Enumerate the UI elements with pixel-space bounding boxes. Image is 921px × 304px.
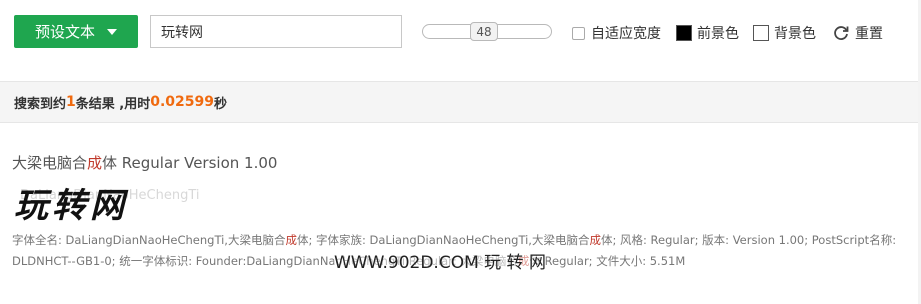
foreground-color-swatch[interactable] <box>676 25 692 41</box>
info-line1-b: 体; 字体家族: DaLiangDianNaoHeChengTi,大梁电脑合 <box>296 233 590 247</box>
site-watermark: WWW.902D.COM 玩 转 网 <box>334 248 546 273</box>
font-preview[interactable]: 玩转网 <box>14 178 128 227</box>
background-color-option[interactable]: 背景色 <box>753 24 816 42</box>
font-title-part1: 大梁电脑合 <box>12 154 88 172</box>
preset-text-label: 预设文本 <box>34 23 95 41</box>
foreground-color-option[interactable]: 前景色 <box>676 24 739 42</box>
auto-width-checkbox[interactable] <box>572 26 585 40</box>
result-middle: 条结果 ,用时 <box>75 96 151 112</box>
background-color-swatch[interactable] <box>753 25 769 41</box>
font-size-slider-thumb[interactable]: 48 <box>470 22 498 41</box>
refresh-icon <box>834 26 849 40</box>
info-line1-c: 体; 风格: Regular; 版本: Version 1.00; PostSc… <box>600 233 897 247</box>
font-result-card: 大梁电脑合成体 Regular Version 1.00 DaLiangDian… <box>0 124 918 304</box>
preview-text-input[interactable] <box>150 15 402 48</box>
result-count: 1 <box>66 94 76 110</box>
info-line1-hl2: 成 <box>589 233 601 247</box>
font-title-highlight: 成 <box>87 154 103 172</box>
result-prefix: 搜索到约 <box>14 96 67 112</box>
auto-width-option[interactable]: 自适应宽度 <box>572 24 661 42</box>
reset-label: 重置 <box>855 26 883 42</box>
result-suffix: 秒 <box>214 96 228 112</box>
font-size-slider[interactable]: 48 <box>422 22 552 41</box>
preset-text-button[interactable]: 预设文本 <box>14 15 138 48</box>
toolbar: 预设文本 48 自适应宽度 前景色 背景色 重置 <box>0 0 921 66</box>
search-result-summary: 搜索到约 1 条结果 ,用时 0.02599 秒 <box>0 81 918 123</box>
foreground-color-label: 前景色 <box>697 26 739 42</box>
background-color-label: 背景色 <box>774 26 816 42</box>
info-line1-hl1: 成 <box>285 233 297 247</box>
auto-width-label: 自适应宽度 <box>591 26 661 42</box>
reset-button[interactable]: 重置 <box>832 24 883 42</box>
caret-down-icon <box>107 28 117 35</box>
info-line2-b: 体 Regular; 文件大小: 5.51M <box>529 254 686 268</box>
font-title[interactable]: 大梁电脑合成体 Regular Version 1.00 <box>12 152 277 173</box>
info-line1-a: 字体全名: DaLiangDianNaoHeChengTi,大梁电脑合 <box>12 233 286 247</box>
result-time: 0.02599 <box>150 94 214 110</box>
font-size-value: 48 <box>476 24 492 39</box>
font-title-part2: 体 Regular Version 1.00 <box>102 154 278 172</box>
